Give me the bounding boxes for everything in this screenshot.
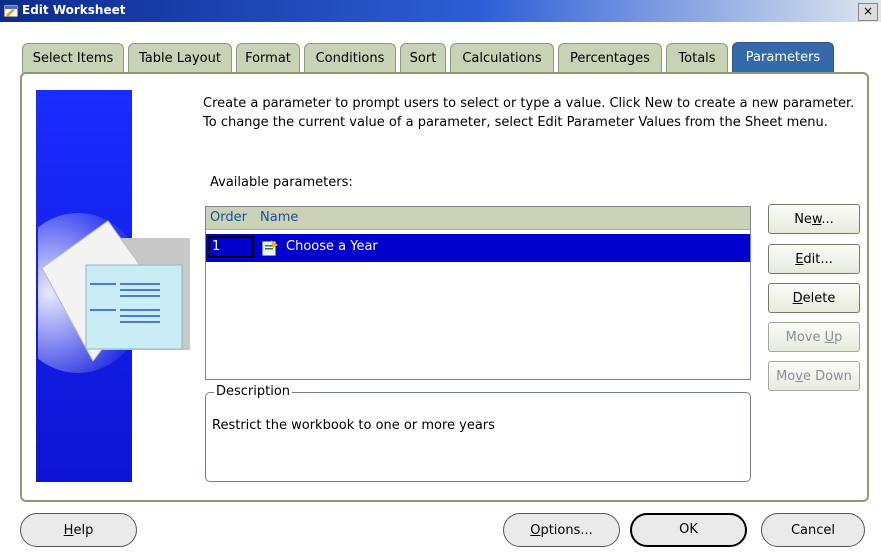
instructions-text: Create a parameter to prompt users to se…	[203, 96, 855, 130]
move-down-button-label-rest: e Down	[802, 369, 852, 384]
move-down-button[interactable]: Move Down	[768, 361, 860, 391]
parameter-icon	[262, 240, 278, 256]
tab-calculations[interactable]: Calculations	[450, 43, 554, 73]
column-header-name[interactable]: Name	[260, 210, 298, 225]
move-up-button-mnemonic: U	[824, 330, 835, 345]
tab-table-layout[interactable]: Table Layout	[128, 43, 232, 73]
move-up-button-label: Move	[785, 330, 825, 345]
row-name-cell: Choose a Year	[286, 239, 378, 254]
parameters-list[interactable]: Order Name 1 Choose a Year	[205, 206, 751, 380]
app-icon	[3, 4, 19, 18]
help-button-mnemonic: H	[63, 523, 74, 538]
tab-select-items[interactable]: Select Items	[22, 43, 124, 73]
cancel-button[interactable]: Cancel	[761, 513, 865, 547]
table-row[interactable]: 1 Choose a Year	[206, 234, 750, 262]
description-text: Restrict the workbook to one or more yea…	[212, 418, 495, 433]
new-button-label-rest: ...	[821, 212, 834, 227]
tab-conditions[interactable]: Conditions	[304, 43, 396, 73]
window-title: Edit Worksheet	[22, 3, 126, 17]
tab-percentages[interactable]: Percentages	[558, 43, 662, 73]
ok-button[interactable]: OK	[630, 513, 747, 547]
delete-button[interactable]: Delete	[768, 283, 860, 313]
document-illustration-icon	[38, 213, 190, 373]
edit-button[interactable]: Edit...	[768, 244, 860, 274]
options-button[interactable]: Options...	[503, 513, 620, 547]
help-button-label: elp	[73, 523, 94, 538]
column-header-order[interactable]: Order	[210, 210, 247, 225]
move-down-button-mnemonic: v	[795, 369, 803, 384]
available-parameters-label: Available parameters:	[210, 175, 353, 190]
description-legend: Description	[214, 384, 293, 399]
delete-button-label: elete	[802, 291, 836, 306]
new-button[interactable]: New...	[768, 204, 860, 234]
tab-format[interactable]: Format	[236, 43, 300, 73]
move-down-button-label: Mo	[776, 369, 796, 384]
tab-totals[interactable]: Totals	[666, 43, 728, 73]
help-button[interactable]: Help	[20, 513, 137, 547]
tab-sort[interactable]: Sort	[400, 43, 446, 73]
options-button-label: ptions...	[540, 523, 593, 538]
new-button-label: Ne	[794, 212, 812, 227]
new-button-mnemonic: w	[811, 212, 822, 227]
edit-button-label: dit...	[803, 252, 833, 267]
move-up-button[interactable]: Move Up	[768, 322, 860, 352]
delete-button-mnemonic: D	[792, 291, 803, 306]
row-order-cell[interactable]: 1	[208, 236, 254, 258]
list-header: Order Name	[206, 207, 750, 230]
title-bar: Edit Worksheet ×	[0, 0, 881, 22]
move-up-button-label-rest: p	[834, 330, 843, 345]
options-button-mnemonic: O	[530, 523, 541, 538]
close-button[interactable]: ×	[858, 3, 878, 21]
description-group: Description Restrict the workbook to one…	[205, 384, 751, 482]
tab-parameters[interactable]: Parameters	[732, 42, 834, 74]
